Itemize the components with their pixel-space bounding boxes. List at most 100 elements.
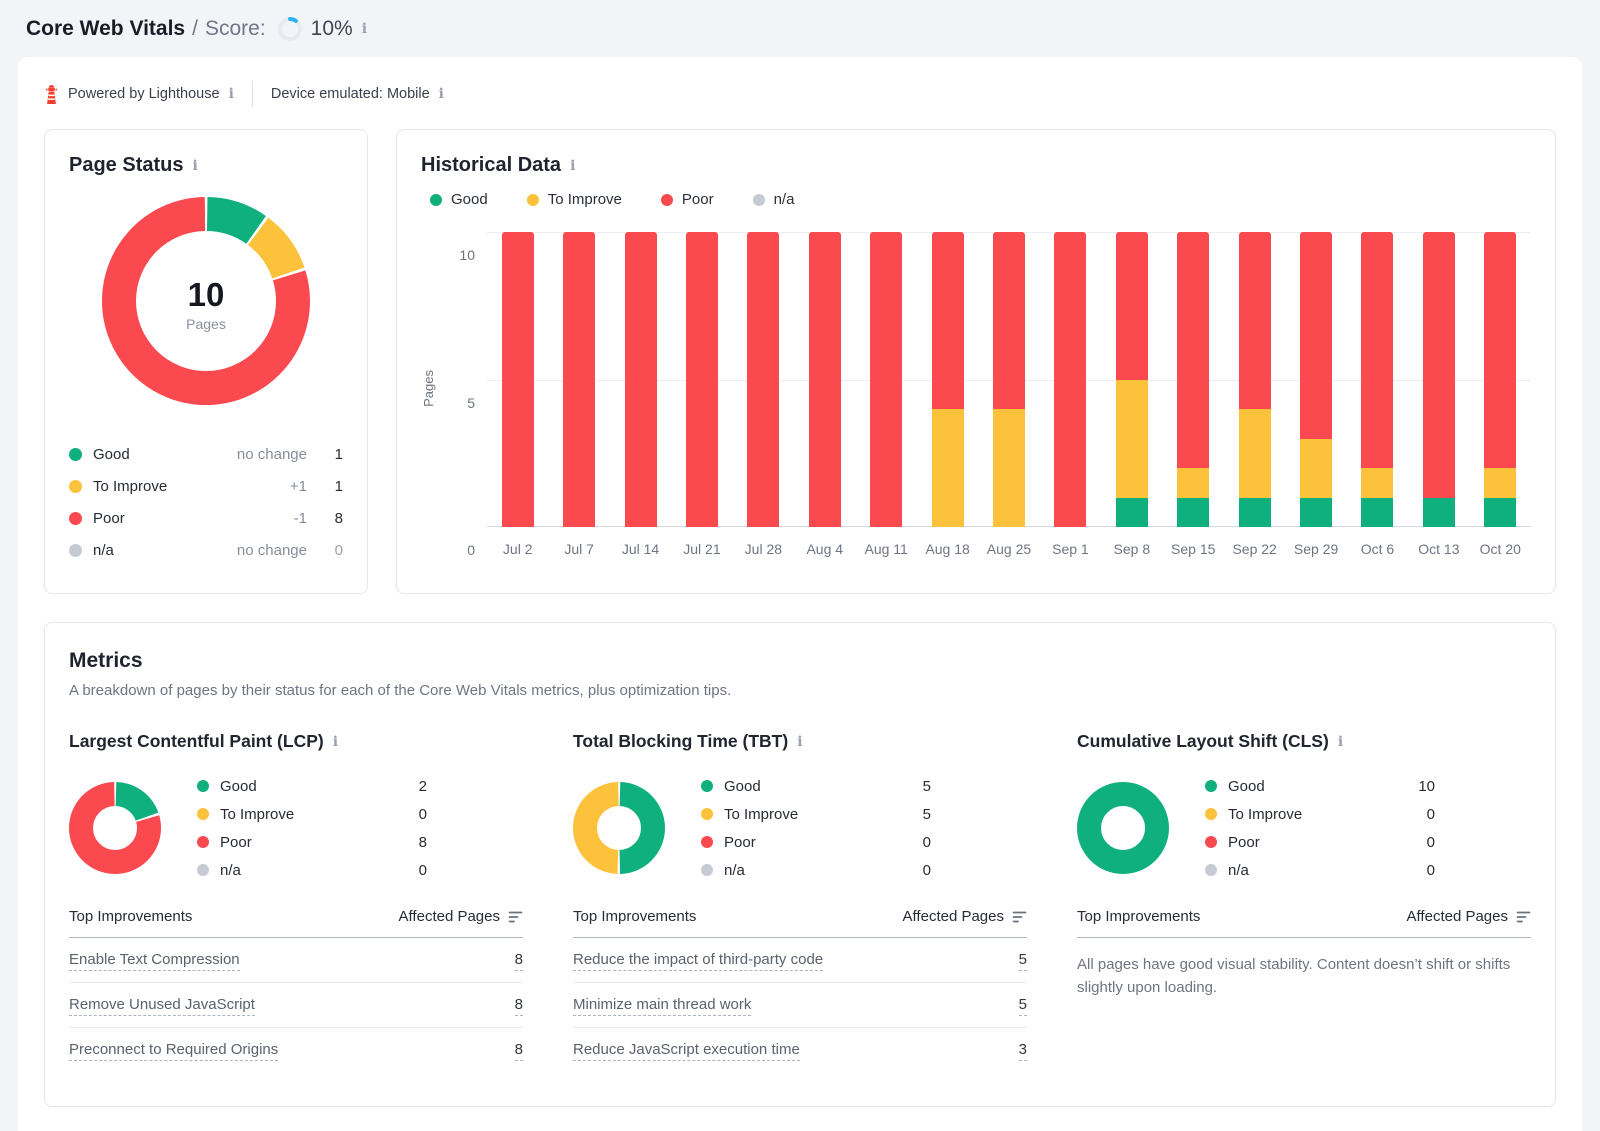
affected-pages-column-header: Affected Pages	[903, 908, 1004, 925]
metric-legend: Good10To Improve0Poor0n/a0	[1205, 772, 1435, 884]
metric-legend-label: n/a	[220, 862, 241, 879]
status-count-value: 1	[321, 446, 343, 463]
affected-pages-count[interactable]: 8	[515, 1041, 523, 1061]
page-status-legend-row: Goodno change1	[69, 438, 343, 470]
affected-pages-sort-control[interactable]: Affected Pages	[1407, 908, 1531, 925]
status-dot-poor	[69, 512, 82, 525]
status-dot-na	[69, 544, 82, 557]
total-pages-label: Pages	[186, 316, 226, 332]
device-emulated-item: Device emulated: Mobile i	[271, 86, 444, 102]
chart-legend-item-na[interactable]: n/a	[744, 191, 795, 208]
status-change-value: +1	[290, 478, 307, 495]
improvement-link[interactable]: Preconnect to Required Origins	[69, 1041, 278, 1061]
bar-segment-poor	[1423, 232, 1455, 498]
affected-pages-count[interactable]: 5	[1019, 951, 1027, 971]
x-axis-tick-label: Oct 20	[1470, 541, 1531, 557]
metric-legend-row: n/a0	[197, 856, 427, 884]
improvement-link[interactable]: Remove Unused JavaScript	[69, 996, 255, 1016]
improvements-column-header: Top Improvements	[69, 908, 192, 925]
page-status-legend-row: To Improve+11	[69, 470, 343, 502]
metric-legend-value: 10	[1418, 778, 1435, 795]
metric-legend-label: n/a	[1228, 862, 1249, 879]
bar-jul-14	[625, 232, 657, 527]
status-dot-to_improve	[197, 808, 209, 820]
metric-legend-value: 5	[923, 778, 931, 795]
chart-plot-area	[487, 232, 1531, 527]
chart-legend-item-to_improve[interactable]: To Improve	[518, 191, 622, 208]
status-dot-poor	[1205, 836, 1217, 848]
legend-label: n/a	[774, 191, 795, 208]
overview-row: Page Status i 10 Pages Goodno change1To …	[44, 129, 1556, 594]
bar-segment-poor	[1300, 232, 1332, 439]
metric-legend-row: n/a0	[701, 856, 931, 884]
affected-pages-count[interactable]: 8	[515, 951, 523, 971]
metric-info-icon[interactable]: i	[333, 735, 338, 749]
metric-title: Cumulative Layout Shift (CLS)	[1077, 731, 1329, 752]
bar-aug-25	[993, 232, 1025, 527]
bar-segment-poor	[993, 232, 1025, 409]
device-info-icon[interactable]: i	[439, 87, 444, 101]
bar-aug-4	[809, 232, 841, 527]
bar-segment-poor	[502, 232, 534, 527]
bar-sep-29	[1300, 232, 1332, 527]
bar-segment-good	[1423, 498, 1455, 528]
bar-segment-to_improve	[1239, 409, 1271, 498]
page-status-donut-chart: 10 Pages	[102, 197, 310, 410]
x-axis-tick-label: Jul 14	[610, 541, 671, 557]
improvement-link[interactable]: Reduce the impact of third-party code	[573, 951, 823, 971]
metric-panel-cls: Cumulative Layout Shift (CLS) i Good10To…	[1077, 731, 1531, 1072]
historical-data-card: Historical Data i GoodTo ImprovePoorn/a …	[396, 129, 1556, 594]
affected-pages-column-header: Affected Pages	[1407, 908, 1508, 925]
page-status-legend-row: Poor-18	[69, 502, 343, 534]
metrics-card: Metrics A breakdown of pages by their st…	[44, 622, 1556, 1107]
page-status-card: Page Status i 10 Pages Goodno change1To …	[44, 129, 368, 594]
bar-segment-poor	[686, 232, 718, 527]
metric-legend-row: Poor8	[197, 828, 427, 856]
metric-donut-chart	[1077, 782, 1169, 874]
metric-info-icon[interactable]: i	[797, 735, 802, 749]
historical-data-info-icon[interactable]: i	[570, 159, 575, 173]
metric-info-icon[interactable]: i	[1338, 735, 1343, 749]
bar-column	[610, 232, 671, 527]
affected-pages-count[interactable]: 8	[515, 996, 523, 1016]
sort-descending-icon	[508, 911, 523, 923]
x-axis-tick-label: Aug 25	[978, 541, 1039, 557]
affected-pages-count[interactable]: 5	[1019, 996, 1027, 1016]
improvement-link[interactable]: Minimize main thread work	[573, 996, 751, 1016]
bar-column	[917, 232, 978, 527]
bar-segment-to_improve	[932, 409, 964, 527]
bar-jul-2	[502, 232, 534, 527]
improvement-link[interactable]: Enable Text Compression	[69, 951, 240, 971]
metric-legend-value: 0	[419, 806, 427, 823]
chart-legend-item-poor[interactable]: Poor	[652, 191, 714, 208]
bar-segment-poor	[1484, 232, 1516, 468]
bar-column	[1408, 232, 1469, 527]
x-axis-tick-label: Jul 7	[548, 541, 609, 557]
sort-descending-icon	[1516, 911, 1531, 923]
affected-pages-sort-control[interactable]: Affected Pages	[903, 908, 1027, 925]
powered-by-label: Powered by Lighthouse	[68, 86, 220, 102]
affected-pages-sort-control[interactable]: Affected Pages	[399, 908, 523, 925]
affected-pages-column-header: Affected Pages	[399, 908, 500, 925]
bar-column	[1470, 232, 1531, 527]
metric-panel-lcp: Largest Contentful Paint (LCP) i Good2To…	[69, 731, 523, 1072]
legend-label: To Improve	[548, 191, 622, 208]
chart-legend-item-good[interactable]: Good	[421, 191, 488, 208]
improvements-table: Top Improvements Affected Pages Enable T…	[69, 908, 523, 1072]
improvement-link[interactable]: Reduce JavaScript execution time	[573, 1041, 800, 1061]
powered-by-info-icon[interactable]: i	[229, 87, 234, 101]
total-pages-value: 10	[188, 276, 225, 314]
page-status-info-icon[interactable]: i	[192, 159, 197, 173]
bar-sep-22	[1239, 232, 1271, 527]
improvement-row: Minimize main thread work 5	[573, 983, 1027, 1028]
affected-pages-count[interactable]: 3	[1019, 1041, 1027, 1061]
metric-panel-tbt: Total Blocking Time (TBT) i Good5To Impr…	[573, 731, 1027, 1072]
x-axis-tick-label: Aug 18	[917, 541, 978, 557]
bar-sep-15	[1177, 232, 1209, 527]
metric-legend-label: Good	[1228, 778, 1265, 795]
metric-legend-row: To Improve5	[701, 800, 931, 828]
score-info-icon[interactable]: i	[362, 22, 367, 36]
status-change-value: no change	[237, 542, 307, 559]
metric-legend-label: Good	[220, 778, 257, 795]
metric-title: Total Blocking Time (TBT)	[573, 731, 788, 752]
